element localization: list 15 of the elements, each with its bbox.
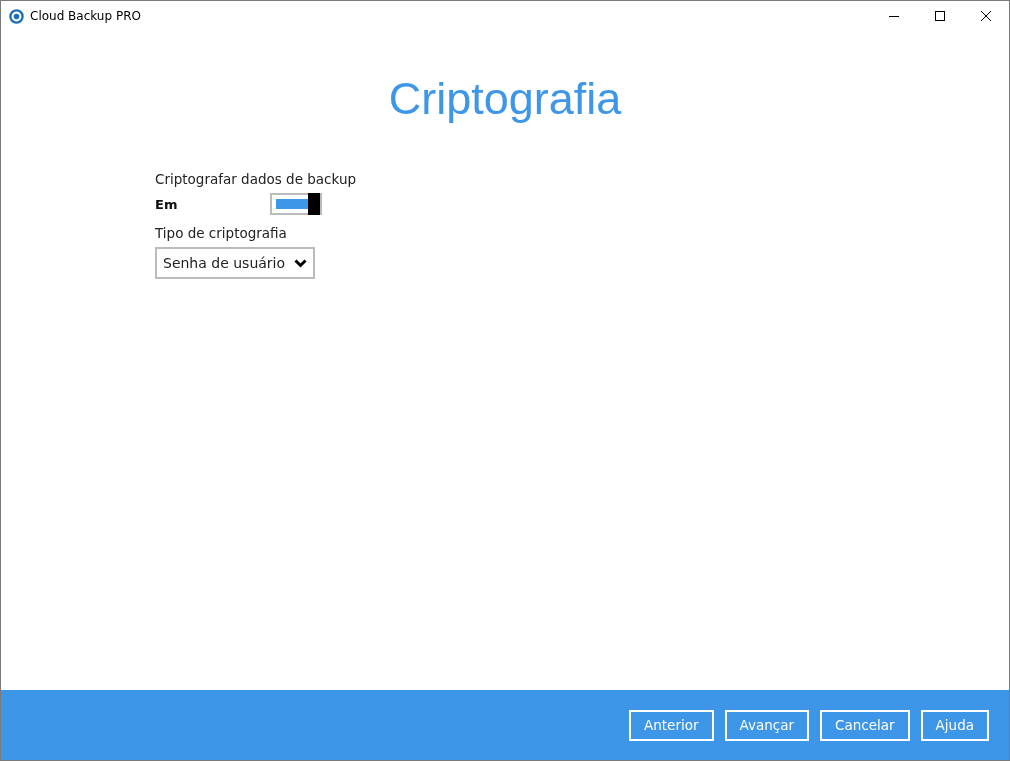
- footer-button[interactable]: Anterior: [629, 709, 714, 741]
- footer-button[interactable]: Avançar: [724, 709, 810, 741]
- page-heading: Criptografia: [388, 73, 622, 125]
- footer-button[interactable]: Cancelar: [820, 709, 910, 741]
- window-title: Cloud Backup PRO: [30, 9, 141, 23]
- footer-button[interactable]: Ajuda: [920, 709, 989, 741]
- caret-icon: [294, 258, 307, 268]
- encryption-type-dropdown[interactable]: Senha de usuário: [155, 247, 315, 279]
- encryption-type-label: Tipo de criptografia: [155, 225, 288, 241]
- toggle-state-text: Em: [155, 196, 179, 212]
- maximize-icon: [935, 11, 945, 21]
- toggle-switch[interactable]: [270, 193, 322, 215]
- close-icon: [981, 11, 991, 21]
- app-icon: [9, 8, 24, 24]
- encrypt-label: Criptografar dados de backup: [155, 171, 358, 187]
